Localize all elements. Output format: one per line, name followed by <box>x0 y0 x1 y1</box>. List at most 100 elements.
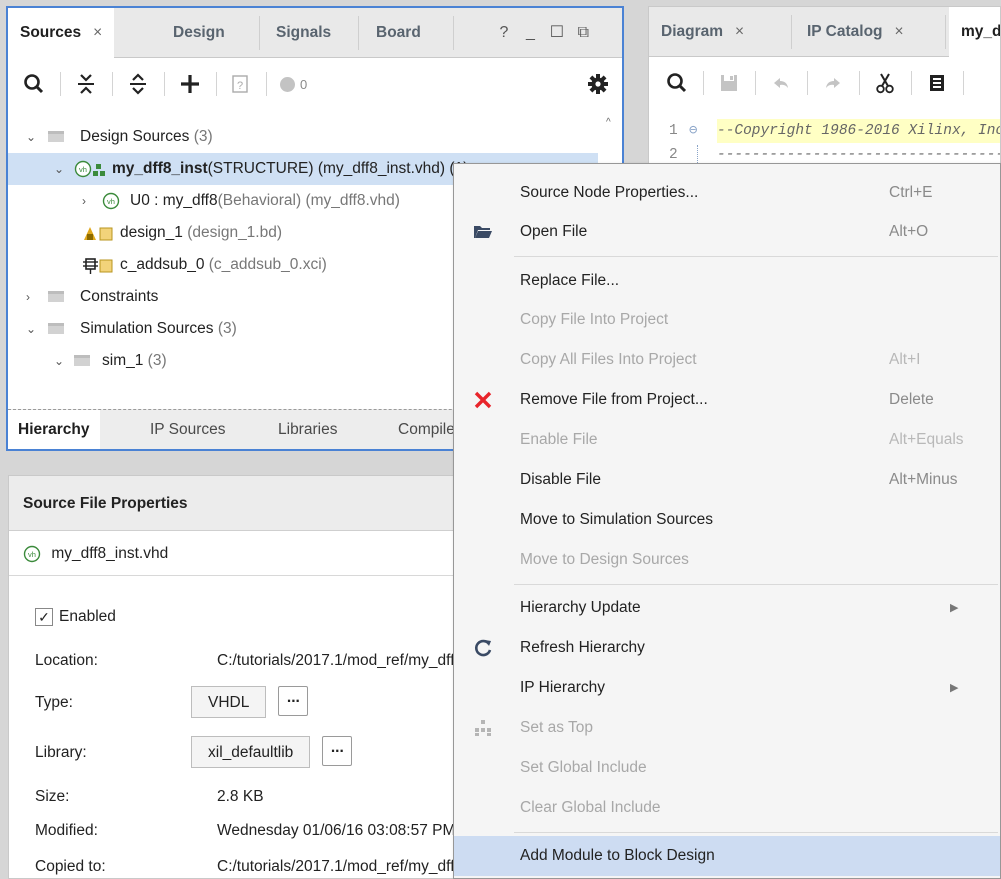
tab-diagram[interactable]: Diagram × <box>649 7 756 57</box>
menu-item-move-to-simulation-sources[interactable]: Move to Simulation Sources <box>454 500 1000 540</box>
menu-item-open-file[interactable]: Open File Alt+O <box>454 212 1000 252</box>
menu-item-label: Open File <box>520 223 588 240</box>
vhdl-structure-icon: vh <box>74 153 108 185</box>
tab-hierarchy[interactable]: Hierarchy <box>8 410 100 449</box>
type-more-button[interactable]: ... <box>278 686 309 716</box>
copied-value: C:/tutorials/2017.1/mod_ref/my_dff8_inst… <box>217 858 467 875</box>
menu-item-source-node-properties[interactable]: Source Node Properties... Ctrl+E <box>454 173 1000 213</box>
location-label: Location: <box>35 652 98 669</box>
menu-item-set-global-include: Set Global Include <box>454 748 1000 788</box>
menu-item-shortcut: Alt+Equals <box>889 431 964 448</box>
enabled-label: Enabled <box>59 608 116 625</box>
menu-item-copy-file-into-project: Copy File Into Project <box>454 300 1000 340</box>
menu-separator <box>514 832 998 833</box>
menu-item-shortcut: Alt+Minus <box>889 471 958 488</box>
chevron-down-icon[interactable]: ⌄ <box>26 313 36 345</box>
properties-title: Source File Properties <box>9 476 467 531</box>
code-text: --Copyright 1986-2016 Xilinx, Inc. <box>717 119 1000 143</box>
tab-board[interactable]: Board <box>364 8 433 58</box>
settings-gear-icon[interactable] <box>586 72 610 96</box>
menu-item-move-to-design-sources: Move to Design Sources <box>454 540 1000 580</box>
tab-ip-catalog-close-icon[interactable]: × <box>895 23 904 40</box>
minimize-icon[interactable]: _ <box>519 8 541 58</box>
fold-marker-icon[interactable]: ⊖ <box>689 119 697 143</box>
tree-row-design-sources[interactable]: ⌄ Design Sources (3) <box>8 121 598 153</box>
menu-item-ip-hierarchy[interactable]: IP Hierarchy ▶ <box>454 668 1000 708</box>
save-icon[interactable] <box>717 71 741 95</box>
search-icon[interactable] <box>665 71 689 95</box>
context-menu: Source Node Properties... Ctrl+E Open Fil… <box>453 163 1001 879</box>
tab-ip-catalog[interactable]: IP Catalog × <box>795 7 916 57</box>
size-value: 2.8 KB <box>217 788 264 805</box>
refresh-icon <box>471 636 495 660</box>
tab-ip-catalog-label: IP Catalog <box>807 23 883 40</box>
svg-text:vh: vh <box>28 550 36 559</box>
cut-icon[interactable] <box>873 71 897 95</box>
redo-icon[interactable] <box>821 71 845 95</box>
tree-label: design_1 <box>120 224 183 241</box>
tree-label: Constraints <box>80 288 159 305</box>
chevron-down-icon[interactable]: ⌄ <box>26 121 36 153</box>
menu-item-label: Source Node Properties... <box>520 184 699 201</box>
tree-label: my_dff8_inst <box>112 160 208 177</box>
tree-suffix: (3) <box>143 352 167 369</box>
tab-sources[interactable]: Sources × <box>8 8 115 59</box>
open-folder-icon <box>471 220 495 244</box>
menu-item-copy-all-files-into-project: Copy All Files Into Project Alt+I <box>454 340 1000 380</box>
checkmark-icon[interactable]: ✓ <box>35 607 53 626</box>
unknown-file-icon[interactable]: ? <box>228 72 252 96</box>
menu-item-shortcut: Alt+I <box>889 351 921 368</box>
menu-item-remove-file[interactable]: Remove File from Project... Delete <box>454 380 1000 420</box>
editor-tabbar: Diagram × IP Catalog × my_dff8_inst.vhd <box>649 7 1000 58</box>
library-more-button[interactable]: ... <box>322 736 353 766</box>
menu-separator <box>514 584 998 585</box>
menu-item-label: Hierarchy Update <box>520 599 641 616</box>
menu-item-hierarchy-update[interactable]: Hierarchy Update ▶ <box>454 588 1000 628</box>
menu-item-shortcut: Delete <box>889 391 934 408</box>
chevron-down-icon[interactable]: ⌄ <box>54 153 64 185</box>
menu-item-refresh-hierarchy[interactable]: Refresh Hierarchy <box>454 628 1000 668</box>
svg-text:vh: vh <box>107 197 115 206</box>
float-icon[interactable]: ⧉ <box>572 8 594 58</box>
menu-item-label: Move to Design Sources <box>520 551 689 568</box>
remove-x-icon <box>471 388 495 412</box>
editor-toolbar <box>649 57 1000 109</box>
tab-my-dff8-inst[interactable]: my_dff8_inst.vhd <box>949 7 1000 58</box>
size-row: Size: 2.8 KB <box>35 782 264 812</box>
properties-file: vh my_dff8_inst.vhd <box>9 531 467 576</box>
menu-item-add-module-to-block-design[interactable]: Add Module to Block Design <box>454 836 1000 876</box>
tab-ip-sources[interactable]: IP Sources <box>140 410 236 449</box>
chevron-right-icon[interactable]: › <box>26 281 30 313</box>
expand-all-icon[interactable] <box>126 72 150 96</box>
enabled-checkbox[interactable]: ✓ Enabled <box>35 602 116 632</box>
tab-libraries[interactable]: Libraries <box>268 410 347 449</box>
location-value: C:/tutorials/2017.1/mod_ref/my_dff8_inst… <box>217 652 467 669</box>
tree-label: sim_1 <box>102 352 144 369</box>
chevron-right-icon[interactable]: › <box>82 185 86 217</box>
tab-diagram-close-icon[interactable]: × <box>735 23 744 40</box>
menu-item-label: Replace File... <box>520 272 620 289</box>
tab-sources-close-icon[interactable]: × <box>93 24 102 41</box>
menu-item-replace-file[interactable]: Replace File... <box>454 261 1000 301</box>
menu-item-enable-file: Enable File Alt+Equals <box>454 420 1000 460</box>
copy-icon[interactable] <box>925 71 949 95</box>
menu-item-disable-file[interactable]: Disable File Alt+Minus <box>454 460 1000 500</box>
menu-item-label: Copy All Files Into Project <box>520 351 697 368</box>
chevron-down-icon[interactable]: ⌄ <box>54 345 64 377</box>
tab-design[interactable]: Design <box>161 8 237 58</box>
undo-icon[interactable] <box>769 71 793 95</box>
folder-icon <box>74 355 90 367</box>
tree-label: Simulation Sources <box>80 320 214 337</box>
help-icon[interactable]: ? <box>493 8 515 58</box>
tree-suffix: (3) <box>189 128 213 145</box>
collapse-all-icon[interactable] <box>74 72 98 96</box>
tree-suffix: (design_1.bd) <box>182 224 283 241</box>
status-indicator: 0 <box>280 72 330 96</box>
scroll-up-icon[interactable]: ^ <box>606 118 616 128</box>
maximize-icon[interactable]: ☐ <box>546 8 568 58</box>
type-value: VHDL <box>191 686 267 718</box>
tab-signals[interactable]: Signals <box>264 8 343 58</box>
menu-item-label: Move to Simulation Sources <box>520 511 713 528</box>
search-icon[interactable] <box>22 72 46 96</box>
add-sources-icon[interactable] <box>178 72 202 96</box>
